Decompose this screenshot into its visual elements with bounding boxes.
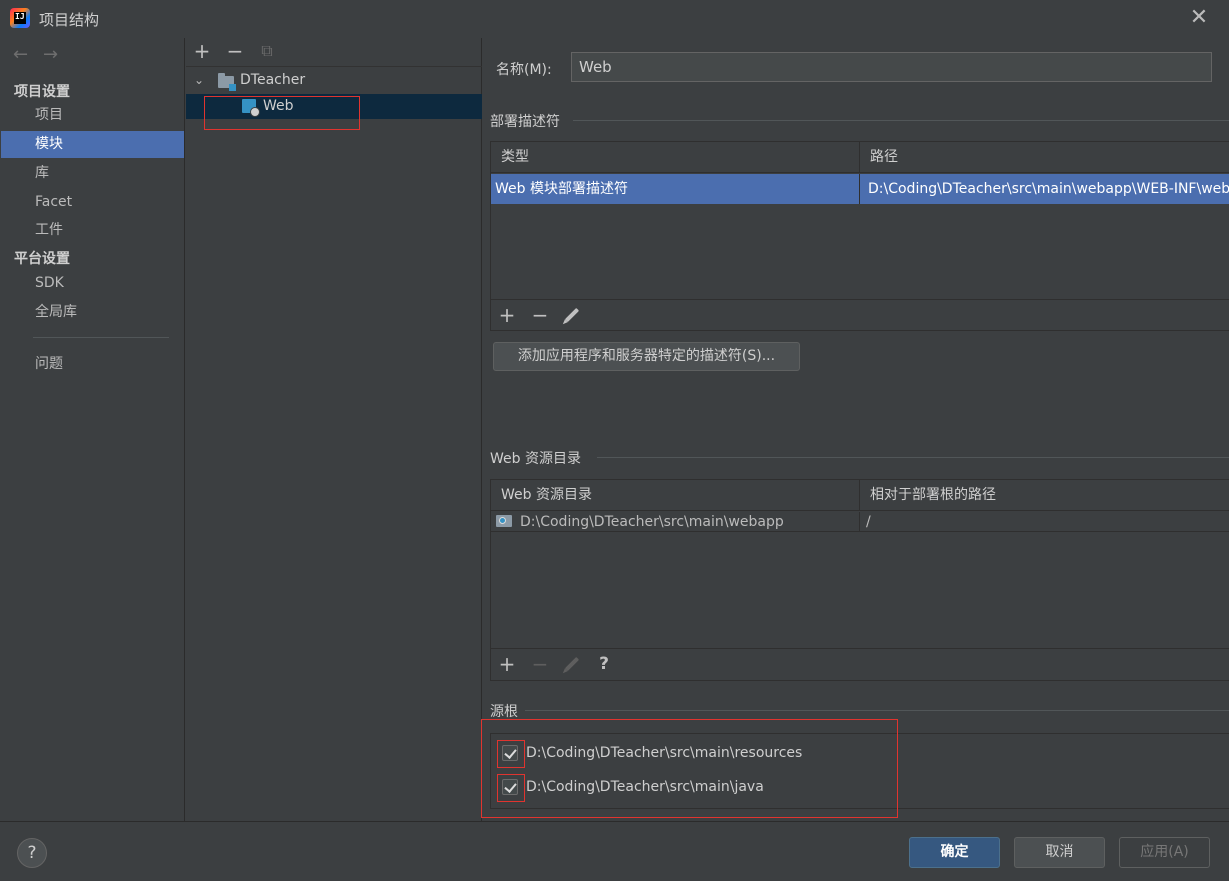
source-root-path: D:\Coding\DTeacher\src\main\resources [526, 745, 803, 761]
web-folder-icon [496, 515, 512, 527]
dialog-footer: ? 确定 取消 应用(A) [0, 821, 1229, 881]
deployment-descriptors-table: 类型 路径 Web 模块部署描述符 D:\Coding\DTeacher\src… [490, 141, 1229, 331]
table-row[interactable]: D:\Coding\DTeacher\src\main\webapp / [491, 512, 1229, 532]
web-facet-icon [242, 99, 260, 117]
sidebar-item-problems[interactable]: 问题 [1, 351, 184, 378]
chevron-down-icon[interactable]: ⌄ [194, 68, 204, 93]
sidebar-item-project[interactable]: 项目 [1, 102, 184, 129]
add-icon[interactable]: + [191, 40, 213, 64]
remove-icon[interactable]: − [224, 40, 246, 64]
tree-node-dteacher[interactable]: ⌄ DTeacher [186, 68, 482, 93]
tree-node-label: Web [263, 98, 294, 114]
ok-button[interactable]: 确定 [909, 837, 1000, 868]
forward-arrow-icon[interactable]: → [43, 44, 58, 65]
edit-pencil-icon[interactable] [560, 652, 584, 676]
group-divider [597, 457, 1229, 458]
source-root-checkbox[interactable] [502, 779, 518, 795]
sidebar-divider [33, 337, 169, 338]
column-header-path[interactable]: 路径 [859, 142, 1229, 173]
edit-pencil-icon[interactable] [560, 303, 584, 327]
descriptor-path-cell: D:\Coding\DTeacher\src\main\webapp\WEB-I… [859, 174, 1229, 204]
web-resources-toolbar: + − ? [491, 648, 1229, 679]
module-folder-icon [218, 73, 236, 91]
tree-toolbar: + − ⧉ [186, 38, 482, 67]
deployment-table-toolbar: + − [491, 299, 1229, 330]
sidebar-item-artifacts[interactable]: 工件 [1, 217, 184, 244]
source-root-path: D:\Coding\DTeacher\src\main\java [526, 779, 764, 795]
relative-path-cell: / [859, 512, 1229, 531]
source-root-checkbox[interactable] [502, 745, 518, 761]
copy-icon[interactable]: ⧉ [256, 40, 278, 64]
sidebar-item-libraries[interactable]: 库 [1, 160, 184, 187]
name-label: 名称(M): [496, 62, 552, 78]
add-server-descriptor-button[interactable]: 添加应用程序和服务器特定的描述符(S)... [493, 342, 800, 371]
cancel-button[interactable]: 取消 [1014, 837, 1105, 868]
facet-settings-panel: 名称(M): 部署描述符 类型 路径 Web 模块部署描述符 D:\Coding… [483, 38, 1229, 821]
platform-settings-header: 平台设置 [14, 251, 70, 267]
web-resources-table: Web 资源目录 相对于部署根的路径 D:\Coding\DTeacher\sr… [490, 479, 1229, 681]
sidebar-item-facet[interactable]: Facet [1, 189, 184, 216]
tree-node-web[interactable]: Web [186, 94, 482, 119]
name-input[interactable] [571, 52, 1212, 82]
project-settings-header: 项目设置 [14, 84, 70, 100]
help-icon[interactable]: ? [592, 652, 616, 676]
sidebar-item-modules[interactable]: 模块 [1, 131, 184, 158]
close-icon[interactable]: ✕ [1186, 6, 1212, 32]
sidebar-item-global-libraries[interactable]: 全局库 [1, 299, 184, 326]
group-divider [525, 710, 1229, 711]
column-header-type[interactable]: 类型 [491, 142, 859, 173]
deployment-descriptors-title: 部署描述符 [490, 114, 560, 130]
intellij-app-icon: IJ [10, 8, 30, 28]
add-icon[interactable]: + [495, 303, 519, 327]
add-icon[interactable]: + [495, 652, 519, 676]
settings-sidebar: ← → 项目设置 项目 模块 库 Facet 工件 平台设置 SDK 全局库 问… [1, 38, 185, 821]
apply-button[interactable]: 应用(A) [1119, 837, 1210, 868]
window-title: 项目结构 [39, 11, 100, 29]
remove-icon[interactable]: − [528, 652, 552, 676]
module-tree-panel: + − ⧉ ⌄ DTeacher Web [186, 38, 482, 821]
column-header-relative-path[interactable]: 相对于部署根的路径 [859, 480, 1229, 511]
tree-node-label: DTeacher [240, 72, 306, 88]
web-resources-title: Web 资源目录 [490, 451, 581, 467]
group-divider [573, 120, 1229, 121]
web-resource-dir-cell: D:\Coding\DTeacher\src\main\webapp [520, 514, 784, 530]
sidebar-item-sdk[interactable]: SDK [1, 270, 184, 297]
back-arrow-icon[interactable]: ← [13, 44, 28, 65]
source-roots-list: D:\Coding\DTeacher\src\main\resources D:… [490, 733, 1229, 809]
source-roots-title: 源根 [490, 704, 518, 720]
column-header-web-resource-dir[interactable]: Web 资源目录 [491, 480, 859, 511]
descriptor-type-cell: Web 模块部署描述符 [495, 181, 628, 197]
help-button[interactable]: ? [17, 838, 47, 868]
title-bar: IJ 项目结构 ✕ [0, 0, 1229, 38]
table-row[interactable]: Web 模块部署描述符 D:\Coding\DTeacher\src\main\… [491, 174, 1229, 204]
remove-icon[interactable]: − [528, 303, 552, 327]
